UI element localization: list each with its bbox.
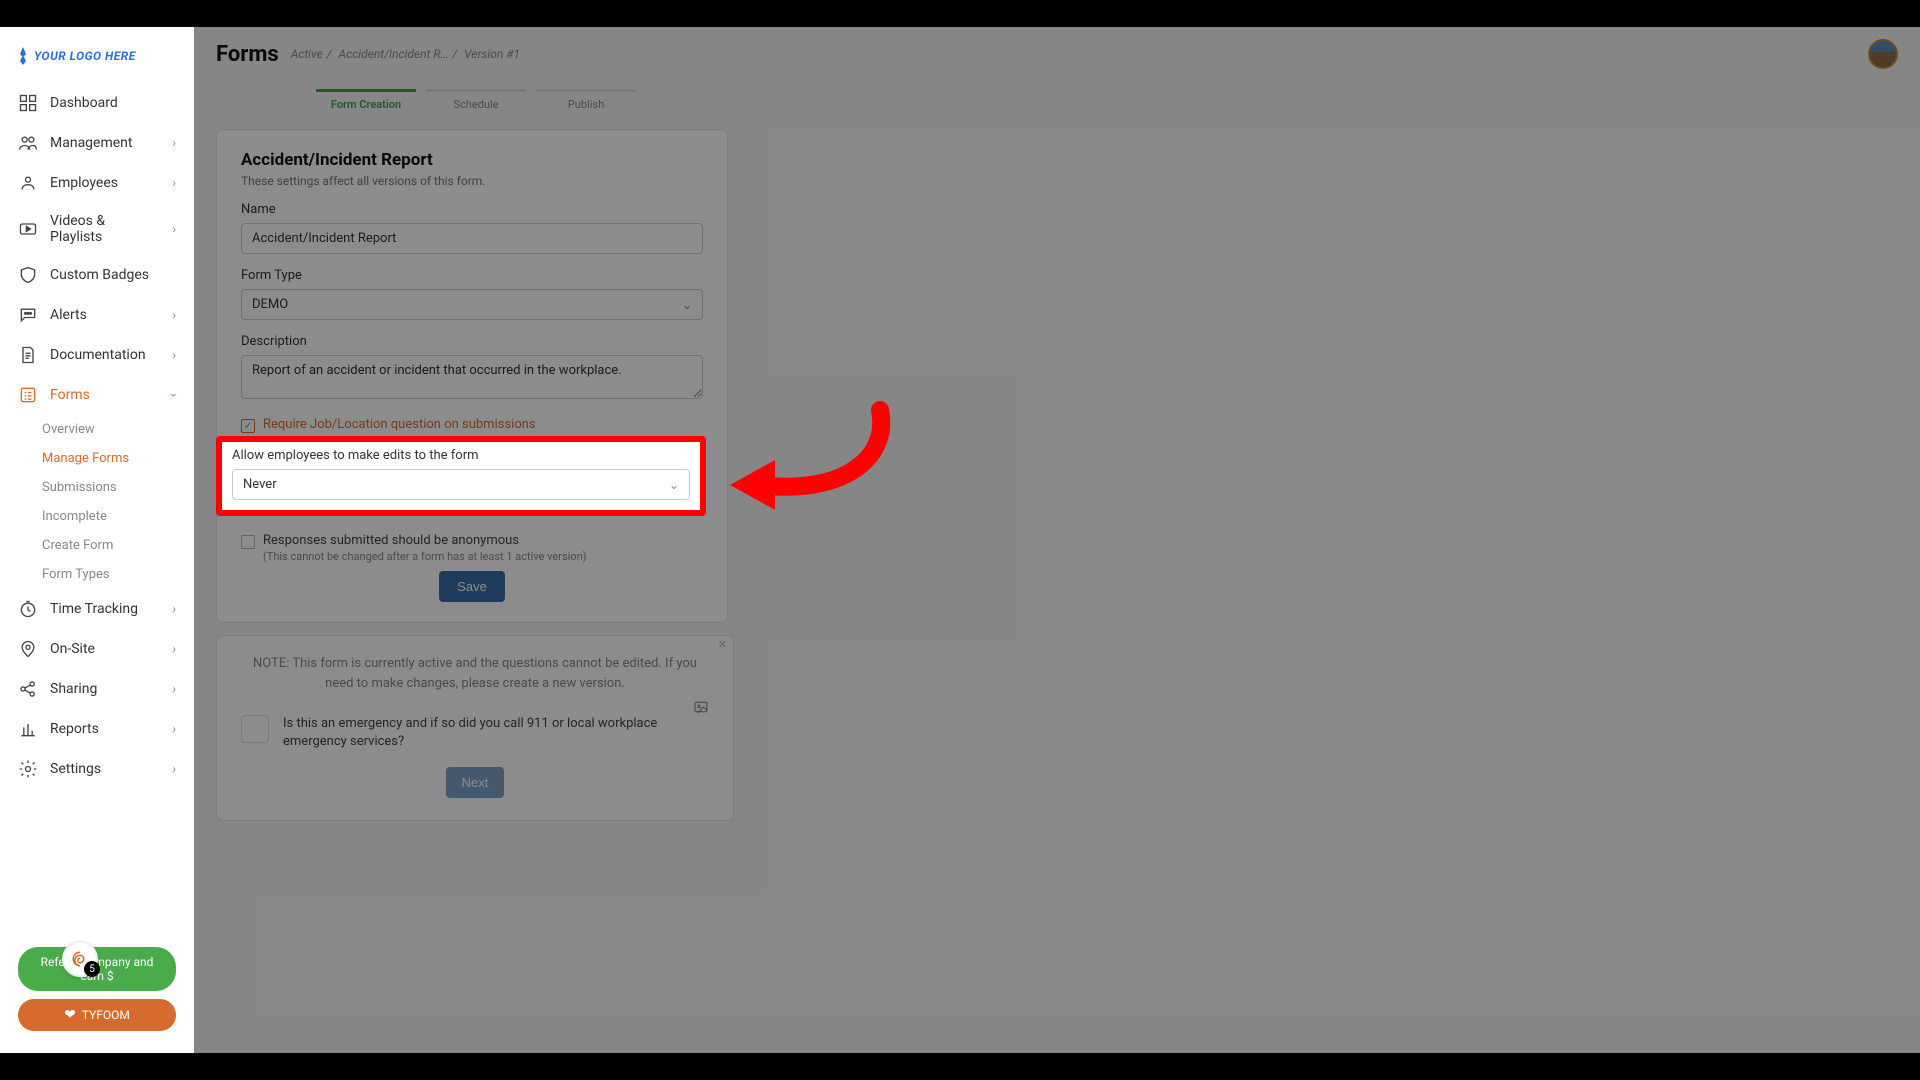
nav-sharing[interactable]: Sharing› <box>0 669 194 709</box>
forms-submenu: Overview Manage Forms Submissions Incomp… <box>0 415 194 589</box>
crumb-version[interactable]: Version #1 <box>464 47 520 61</box>
crumb-active[interactable]: Active <box>291 47 323 61</box>
nav-badges[interactable]: Custom Badges <box>0 255 194 295</box>
name-input[interactable] <box>241 223 703 254</box>
main: Forms Active/ Accident/Incident R…/ Vers… <box>194 27 1920 1053</box>
people-icon <box>18 133 38 153</box>
chart-icon <box>18 719 38 739</box>
logo-flame-icon <box>18 47 28 65</box>
shield-icon <box>18 265 38 285</box>
notification-badge[interactable]: 5 <box>62 941 98 977</box>
gear-icon <box>18 759 38 779</box>
note-text: NOTE: This form is currently active and … <box>241 654 709 693</box>
require-job-checkbox-row[interactable]: Require Job/Location question on submiss… <box>241 417 703 433</box>
dashboard-icon <box>18 93 38 113</box>
card-subtitle: These settings affect all versions of th… <box>241 174 703 188</box>
step-form-creation[interactable]: Form Creation <box>316 89 416 111</box>
video-icon <box>18 219 38 239</box>
subnav-incomplete[interactable]: Incomplete <box>42 502 194 531</box>
question-text: Is this an emergency and if so did you c… <box>283 715 679 751</box>
image-icon[interactable] <box>693 699 709 719</box>
logo: YOUR LOGO HERE <box>0 39 194 83</box>
desc-label: Description <box>241 334 703 349</box>
checkbox-icon <box>241 535 255 549</box>
form-icon <box>18 385 38 405</box>
anonymous-checkbox-row[interactable]: Responses submitted should be anonymous … <box>241 533 703 563</box>
topbar: Forms Active/ Accident/Incident R…/ Vers… <box>194 27 1920 77</box>
subnav-form-types[interactable]: Form Types <box>42 560 194 589</box>
subnav-manage-forms[interactable]: Manage Forms <box>42 444 194 473</box>
stopwatch-icon <box>18 599 38 619</box>
next-button[interactable]: Next <box>446 767 505 798</box>
stepper: Form Creation Schedule Publish <box>216 77 1898 111</box>
card-title: Accident/Incident Report <box>241 150 703 170</box>
crumb-form[interactable]: Accident/Incident R… <box>339 47 449 61</box>
form-type-select[interactable]: DEMO ⌄ <box>241 289 703 320</box>
close-icon[interactable]: ✕ <box>718 638 727 651</box>
step-schedule[interactable]: Schedule <box>426 89 526 111</box>
nav-videos[interactable]: Videos & Playlists› <box>0 203 194 255</box>
nav-management[interactable]: Management› <box>0 123 194 163</box>
name-label: Name <box>241 202 703 217</box>
sidebar: YOUR LOGO HERE Dashboard Management› Emp… <box>0 27 194 1053</box>
nav-forms[interactable]: Forms› <box>0 375 194 415</box>
description-textarea[interactable] <box>241 355 703 399</box>
doc-icon <box>18 345 38 365</box>
nav-documentation[interactable]: Documentation› <box>0 335 194 375</box>
step-publish[interactable]: Publish <box>536 89 636 111</box>
breadcrumb: Active/ Accident/Incident R…/ Version #1 <box>291 47 520 61</box>
chevron-down-icon: ⌄ <box>669 478 679 492</box>
allow-edits-label: Allow employees to make edits to the for… <box>232 448 690 463</box>
note-card: NOTE: This form is currently active and … <box>216 635 734 821</box>
chevron-down-icon: ⌄ <box>682 298 692 312</box>
allow-edits-highlight: Allow employees to make edits to the for… <box>216 436 706 516</box>
nav-time-tracking[interactable]: Time Tracking› <box>0 589 194 629</box>
users-icon <box>18 173 38 193</box>
tyfoom-button[interactable]: ❤TYFOOM <box>18 999 176 1031</box>
form-settings-card: Accident/Incident Report These settings … <box>216 129 728 623</box>
avatar[interactable] <box>1868 39 1898 69</box>
checkbox-icon <box>241 419 255 433</box>
save-button[interactable]: Save <box>439 571 505 602</box>
subnav-create-form[interactable]: Create Form <box>42 531 194 560</box>
chat-icon <box>18 305 38 325</box>
nav-employees[interactable]: Employees› <box>0 163 194 203</box>
subnav-overview[interactable]: Overview <box>42 415 194 444</box>
nav-alerts[interactable]: Alerts› <box>0 295 194 335</box>
anon-helper: (This cannot be changed after a form has… <box>263 550 586 563</box>
drag-handle[interactable] <box>241 715 269 743</box>
nav-onsite[interactable]: On-Site› <box>0 629 194 669</box>
page-title: Forms <box>216 42 279 67</box>
type-label: Form Type <box>241 268 703 283</box>
nav-settings[interactable]: Settings› <box>0 749 194 789</box>
nav-dashboard[interactable]: Dashboard <box>0 83 194 123</box>
share-icon <box>18 679 38 699</box>
nav-reports[interactable]: Reports› <box>0 709 194 749</box>
pin-icon <box>18 639 38 659</box>
allow-edits-select[interactable]: Never ⌄ <box>232 469 690 500</box>
subnav-submissions[interactable]: Submissions <box>42 473 194 502</box>
